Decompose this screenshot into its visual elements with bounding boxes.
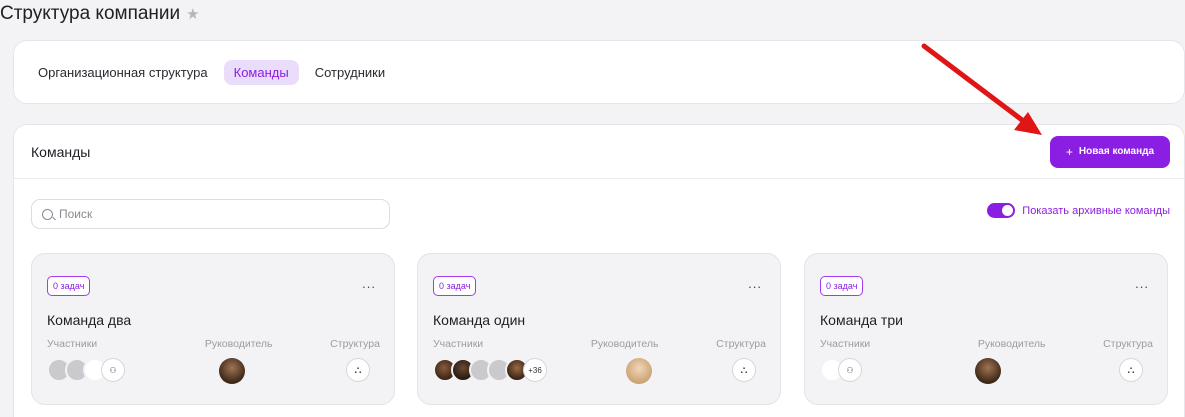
tab-employees[interactable]: Сотрудники xyxy=(305,60,395,85)
new-team-label: Новая команда xyxy=(1078,146,1155,157)
card-row: ⚇ ⛬ xyxy=(47,358,380,386)
teams-header: Команды + Новая команда xyxy=(14,125,1184,179)
members-label: Участники xyxy=(820,338,871,350)
new-team-button[interactable]: + Новая команда xyxy=(1050,135,1170,168)
plus-icon: + xyxy=(1065,144,1073,159)
leader-label: Руководитель xyxy=(204,338,273,350)
toggle-switch[interactable] xyxy=(987,203,1016,218)
structure-icon[interactable]: ⛬ xyxy=(1119,358,1143,382)
search-placeholder: Поиск xyxy=(59,207,93,221)
structure-icon[interactable]: ⛬ xyxy=(732,358,756,382)
tabs-panel: Организационная структура Команды Сотруд… xyxy=(13,40,1185,104)
member-avatars[interactable]: ⚇ xyxy=(820,358,862,382)
page-title: Структура компании ★ xyxy=(0,3,200,25)
card-labels: Участники Руководитель Структура xyxy=(820,338,1153,350)
search-input[interactable]: Поиск xyxy=(31,199,390,229)
teams-panel: Команды + Новая команда Поиск Показать а… xyxy=(13,124,1185,417)
structure-icon[interactable]: ⛬ xyxy=(346,358,370,382)
search-icon xyxy=(42,208,53,220)
team-card[interactable]: 0 задач ... Команда два Участники Руково… xyxy=(31,253,395,405)
leader-avatar[interactable] xyxy=(219,358,245,384)
member-avatars[interactable]: +36 xyxy=(433,358,547,382)
team-card[interactable]: 0 задач ... Команда один Участники Руков… xyxy=(417,253,781,405)
more-icon[interactable]: ... xyxy=(748,276,762,291)
structure-label: Структура xyxy=(716,338,766,350)
card-row: ⚇ ⛬ xyxy=(820,358,1153,386)
members-label: Участники xyxy=(433,338,484,350)
leader-avatar[interactable] xyxy=(626,358,652,384)
page-title-text: Структура компании xyxy=(0,3,181,24)
task-count-badge: 0 задач xyxy=(47,276,91,296)
task-count-badge: 0 задач xyxy=(433,276,477,296)
extra-members-count: +36 xyxy=(523,358,547,382)
team-card[interactable]: 0 задач ... Команда три Участники Руково… xyxy=(804,253,1168,405)
more-icon[interactable]: ... xyxy=(362,276,376,291)
teams-title: Команды xyxy=(31,143,91,160)
members-label: Участники xyxy=(47,338,98,350)
archive-toggle[interactable]: Показать архивные команды xyxy=(987,203,1170,218)
card-labels: Участники Руководитель Структура xyxy=(47,338,380,350)
tab-org-structure[interactable]: Организационная структура xyxy=(38,60,218,85)
star-icon[interactable]: ★ xyxy=(186,5,199,23)
team-members-icon: ⚇ xyxy=(101,358,125,382)
team-name: Команда один xyxy=(433,312,526,328)
more-icon[interactable]: ... xyxy=(1135,276,1149,291)
team-members-icon: ⚇ xyxy=(838,358,862,382)
structure-label: Структура xyxy=(1103,338,1153,350)
card-row: +36 ⛬ xyxy=(433,358,766,386)
card-labels: Участники Руководитель Структура xyxy=(433,338,766,350)
structure-label: Структура xyxy=(330,338,380,350)
leader-label: Руководитель xyxy=(590,338,659,350)
task-count-badge: 0 задач xyxy=(820,276,864,296)
team-name: Команда два xyxy=(47,312,132,328)
member-avatars[interactable]: ⚇ xyxy=(47,358,125,382)
leader-label: Руководитель xyxy=(977,338,1046,350)
team-name: Команда три xyxy=(820,312,903,328)
leader-avatar[interactable] xyxy=(975,358,1001,384)
archive-toggle-label: Показать архивные команды xyxy=(1022,204,1170,217)
tab-teams[interactable]: Команды xyxy=(223,59,299,85)
